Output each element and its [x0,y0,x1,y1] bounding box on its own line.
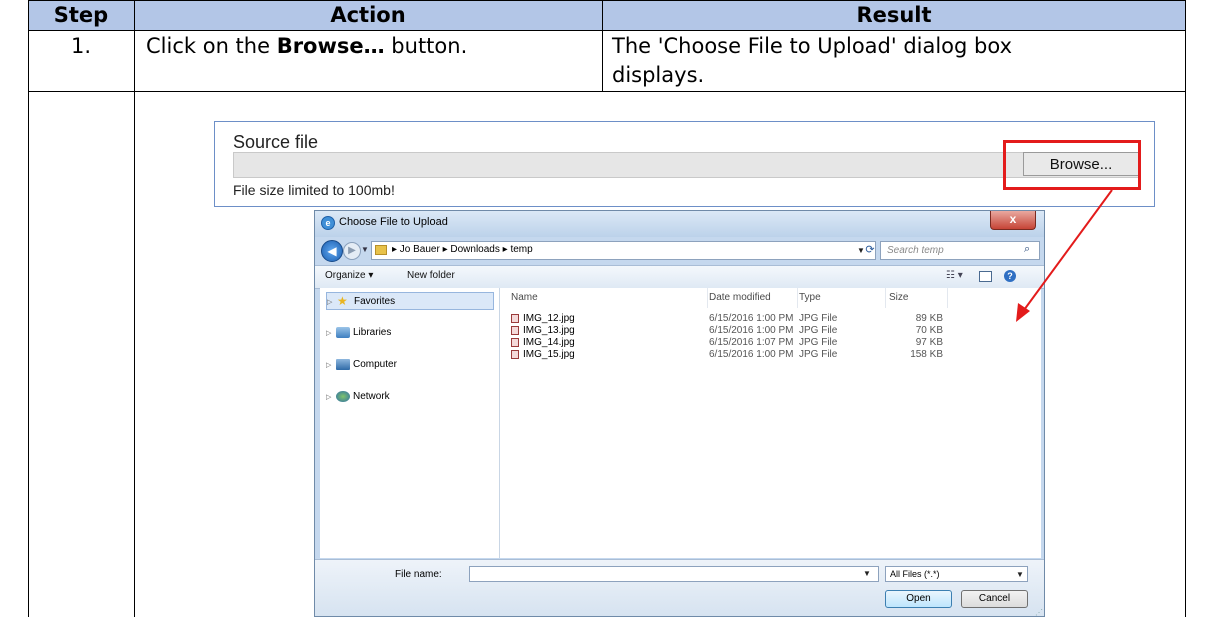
file-type-value: All Files (*.*) [890,569,940,579]
table-divider [602,0,603,91]
column-type[interactable]: Type [799,288,886,308]
forward-arrow-icon[interactable]: ▶ [343,242,361,260]
file-name: IMG_15.jpg [523,349,575,360]
step-number: 1. [70,34,92,58]
file-type: JPG File [799,313,838,324]
star-icon: ★ [337,293,348,308]
file-name: IMG_13.jpg [523,325,575,336]
result-text-line1: The 'Choose File to Upload' dialog box [612,34,1012,58]
help-icon[interactable]: ? [1004,270,1016,282]
file-row[interactable]: IMG_15.jpg 6/15/2016 1:00 PM JPG File 15… [500,349,1020,361]
header-result: Result [856,3,932,27]
column-name[interactable]: Name [511,288,708,308]
table-header-row: Step Action Result [28,0,1186,30]
browse-highlight-box [1003,140,1141,190]
network-icon [336,390,350,402]
expand-icon[interactable]: ▷ [326,389,336,407]
file-size: 89 KB [915,313,943,324]
nav-item-network[interactable]: ▷ Network [326,388,494,406]
column-size[interactable]: Size [889,288,948,308]
source-file-input[interactable] [233,152,1015,178]
chevron-down-icon[interactable]: ▼ [1016,568,1024,582]
search-placeholder: Search temp [887,245,944,256]
nav-item-libraries[interactable]: ▷ Libraries [326,324,494,342]
dialog-titlebar[interactable]: e Choose File to Upload x [315,211,1044,237]
action-text-bold: Browse… [276,34,385,58]
file-row[interactable]: IMG_14.jpg 6/15/2016 1:07 PM JPG File 97… [500,337,1020,349]
expand-icon[interactable]: ▷ [326,325,336,343]
open-button[interactable]: Open [885,590,952,608]
table-divider [134,0,135,617]
dialog-title: Choose File to Upload [339,216,448,228]
choose-file-dialog: e Choose File to Upload x ◀ ▶ ▼ ▸ Jo Bau… [314,210,1045,617]
nav-item-label: Network [353,391,390,402]
jpg-file-icon [511,349,519,359]
file-type-select[interactable]: All Files (*.*) ▼ [885,566,1028,582]
jpg-file-icon [511,337,519,347]
breadcrumb[interactable]: ▸ Jo Bauer ▸ Downloads ▸ temp [392,244,533,255]
file-size: 97 KB [915,337,943,348]
file-name: IMG_14.jpg [523,337,575,348]
header-step: Step [53,3,109,27]
new-folder-button[interactable]: New folder [407,270,455,281]
file-size-note: File size limited to 100mb! [233,182,395,198]
address-bar[interactable]: ▸ Jo Bauer ▸ Downloads ▸ temp ▼ [371,241,876,260]
dialog-footer: File name: ▼ All Files (*.*) ▼ Open Canc… [315,559,1044,616]
file-date: 6/15/2016 1:00 PM [709,325,794,336]
nav-item-label: Libraries [353,327,392,338]
file-size: 158 KB [910,349,943,360]
action-text: Click on the Browse… button. [146,31,467,61]
table-border-top [28,0,1186,1]
file-name-dropdown-icon[interactable]: ▼ [863,569,871,578]
file-name-label: File name: [395,569,442,580]
file-date: 6/15/2016 1:00 PM [709,313,794,324]
navigation-pane: ▷ ★ Favorites ▷ Libraries ▷ Computer ▷ Networ… [320,288,500,558]
action-text-pre: Click on the [146,34,277,58]
search-input[interactable]: Search temp ⌕ [880,241,1040,260]
expand-icon[interactable]: ▷ [326,357,336,375]
search-icon[interactable]: ⌕ [1024,243,1030,256]
file-row[interactable]: IMG_13.jpg 6/15/2016 1:00 PM JPG File 70… [500,325,1020,337]
jpg-file-icon [511,325,519,335]
nav-item-label: Computer [353,359,397,370]
table-border-left [28,0,29,617]
column-date-modified[interactable]: Date modified [709,288,798,308]
library-icon [336,326,350,338]
source-file-label: Source file [233,132,319,152]
table-divider [28,91,1186,92]
expand-icon[interactable]: ▷ [327,294,337,312]
preview-pane-icon[interactable] [979,271,992,282]
resize-grip-icon[interactable]: ⋰ [1035,608,1043,616]
header-action: Action [330,3,406,27]
nav-item-label: Favorites [354,296,396,307]
file-name: IMG_12.jpg [523,313,575,324]
file-type: JPG File [799,349,838,360]
result-text-line2: displays. [612,63,705,87]
file-type: JPG File [799,325,838,336]
file-name-input[interactable] [469,566,879,582]
back-arrow-icon[interactable]: ◀ [321,240,343,262]
nav-item-computer[interactable]: ▷ Computer [326,356,494,374]
refresh-icon[interactable]: ⟳ [862,241,878,260]
ie-icon: e [321,216,335,230]
nav-item-favorites[interactable]: ▷ ★ Favorites [326,292,494,310]
address-row: ◀ ▶ ▼ ▸ Jo Bauer ▸ Downloads ▸ temp ▼ ⟳ … [315,237,1044,265]
file-list: Name Date modified Type Size IMG_12.jpg … [500,288,1041,558]
file-type: JPG File [799,337,838,348]
organize-menu[interactable]: Organize ▾ [325,270,373,281]
file-date: 6/15/2016 1:00 PM [709,349,794,360]
history-dropdown-icon[interactable]: ▼ [361,245,369,254]
table-border-right [1185,0,1186,617]
dialog-toolbar: Organize ▾ New folder ☷ ▾ ? [315,265,1044,289]
cancel-button[interactable]: Cancel [961,590,1028,608]
action-text-post: button. [384,34,468,58]
file-size: 70 KB [915,325,943,336]
file-row[interactable]: IMG_12.jpg 6/15/2016 1:00 PM JPG File 89… [500,313,1020,325]
close-button[interactable]: x [990,211,1036,230]
change-view-icon[interactable]: ☷ ▾ [946,270,963,281]
computer-icon [336,358,350,370]
folder-icon [375,245,387,255]
file-date: 6/15/2016 1:07 PM [709,337,794,348]
jpg-file-icon [511,313,519,323]
